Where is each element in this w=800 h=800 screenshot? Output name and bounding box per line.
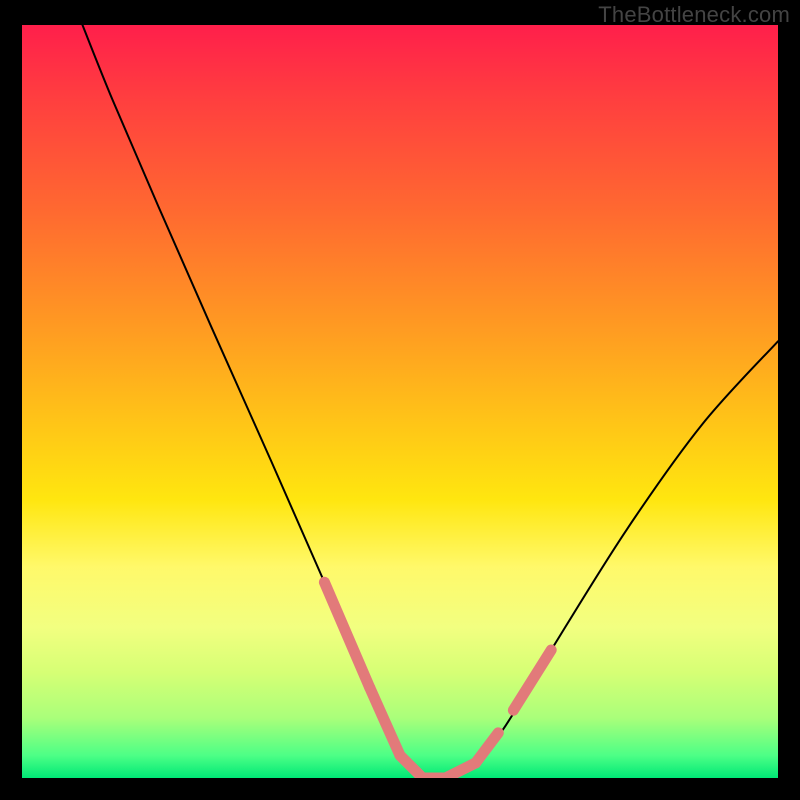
highlight-segment xyxy=(476,733,499,763)
bottleneck-curve-line xyxy=(82,25,778,778)
highlight-segment xyxy=(370,688,400,756)
main-curve xyxy=(82,25,778,778)
watermark-text: TheBottleneck.com xyxy=(598,2,790,28)
chart-frame: TheBottleneck.com xyxy=(0,0,800,800)
highlight-segment xyxy=(324,582,369,687)
plot-area xyxy=(22,25,778,778)
highlight-segment xyxy=(513,650,551,710)
highlight-markers xyxy=(324,582,551,778)
curve-svg xyxy=(22,25,778,778)
